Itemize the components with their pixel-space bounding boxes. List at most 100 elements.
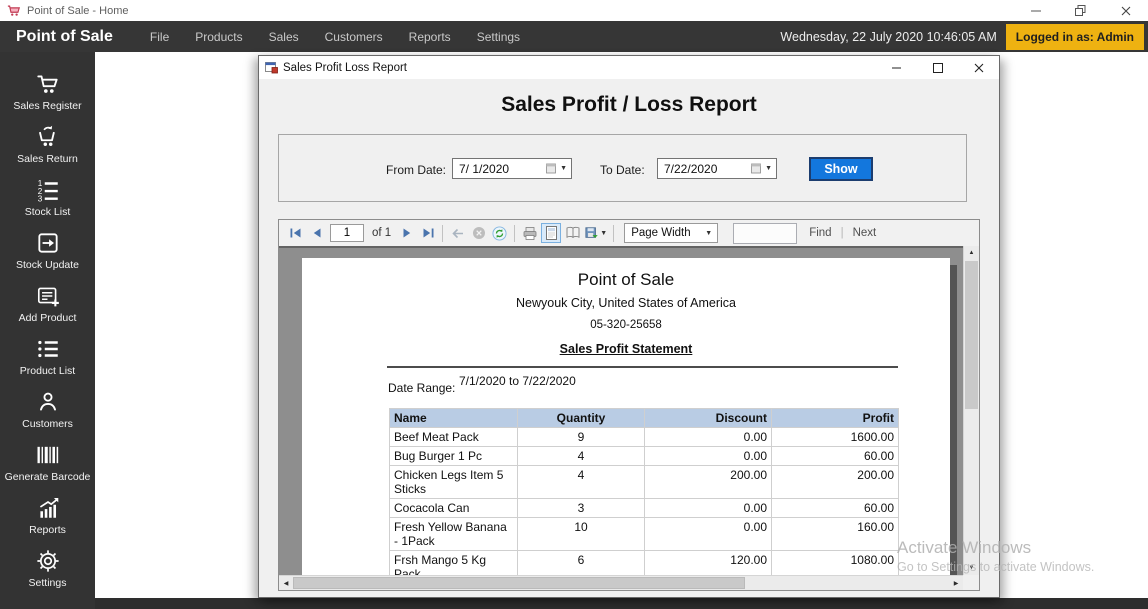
sidebar-item-reports[interactable]: Reports [0,488,95,541]
svg-text:3: 3 [37,194,42,203]
scroll-up-icon[interactable]: ▲ [964,246,979,260]
from-date-value: 7/ 1/2020 [459,162,546,176]
cell-quantity: 6 [518,551,645,576]
sidebar-item-product-list[interactable]: Product List [0,329,95,382]
next-page-button[interactable] [398,225,415,242]
cell-name: Beef Meat Pack [390,428,518,447]
form-plus-icon [35,282,61,310]
previous-page-button[interactable] [308,225,325,242]
profit-table: Name Quantity Discount Profit Beef Meat … [389,408,899,575]
date-range-label: Date Range: [388,381,455,395]
sidebar-item-sales-register[interactable]: Sales Register [0,64,95,117]
scroll-left-icon[interactable]: ◀ [279,576,293,590]
horizontal-scroll-thumb[interactable] [293,577,745,589]
minimize-button[interactable] [1013,0,1058,21]
vertical-scroll-thumb[interactable] [965,261,978,409]
cell-quantity: 9 [518,428,645,447]
barcode-icon [34,441,62,469]
table-row: Cocacola Can 3 0.00 60.00 [390,499,899,518]
find-link[interactable]: Find [809,227,831,239]
brand-title: Point of Sale [16,28,113,46]
first-page-button[interactable] [287,225,304,242]
cell-profit: 200.00 [772,466,899,499]
page-number-input[interactable] [330,224,364,242]
report-company-phone: 05-320-25658 [302,319,950,331]
zoom-mode-combobox[interactable]: Page Width ▼ [624,223,718,243]
report-canvas: Point of Sale Newyouk City, United State… [279,246,963,575]
calendar-icon [546,163,557,174]
table-row: Bug Burger 1 Pc 4 0.00 60.00 [390,447,899,466]
report-close-button[interactable] [958,56,999,79]
find-next-separator: | [841,227,844,239]
datetime-label: Wednesday, 22 July 2020 10:46:05 AM [780,30,996,44]
report-window-title: Sales Profit Loss Report [283,62,407,74]
report-minimize-button[interactable] [876,56,917,79]
show-button[interactable]: Show [809,157,873,181]
sidebar-item-settings[interactable]: Settings [0,541,95,594]
menu-settings[interactable]: Settings [464,30,533,44]
refresh-button[interactable] [491,225,508,242]
cell-profit: 1600.00 [772,428,899,447]
cell-name: Bug Burger 1 Pc [390,447,518,466]
scrollbar-corner [963,575,979,590]
gear-icon [35,547,61,575]
scroll-right-icon[interactable]: ▶ [949,576,963,590]
close-button[interactable] [1103,0,1148,21]
report-maximize-button[interactable] [917,56,958,79]
dropdown-caret-icon: ▼ [705,230,712,237]
cell-discount: 120.00 [645,551,772,576]
toolbar-separator [442,225,443,242]
menu-products[interactable]: Products [182,30,255,44]
horizontal-scrollbar[interactable]: ◀ ▶ [279,575,963,590]
table-row: Beef Meat Pack 9 0.00 1600.00 [390,428,899,447]
sidebar-item-label: Settings [29,577,67,589]
restore-button[interactable] [1058,0,1103,21]
sidebar-item-label: Product List [20,365,75,377]
table-row: Fresh Yellow Banana - 1Pack 10 0.00 160.… [390,518,899,551]
table-row: Frsh Mango 5 Kg Pack 6 120.00 1080.00 [390,551,899,576]
sidebar-item-stock-update[interactable]: Stock Update [0,223,95,276]
cell-name: Chicken Legs Item 5 Sticks [390,466,518,499]
print-button[interactable] [521,225,538,242]
scroll-down-icon[interactable]: ▼ [964,561,979,575]
menu-customers[interactable]: Customers [312,30,396,44]
numbered-list-icon: 123 [35,176,61,204]
page-setup-button[interactable] [564,225,581,242]
sidebar-item-label: Customers [22,418,73,430]
cell-quantity: 4 [518,466,645,499]
from-date-picker[interactable]: 7/ 1/2020 ▼ [452,158,572,179]
report-divider [387,366,898,368]
report-statement-title: Sales Profit Statement [302,342,950,356]
sidebar-item-sales-return[interactable]: Sales Return [0,117,95,170]
sidebar-item-generate-barcode[interactable]: Generate Barcode [0,435,95,488]
sidebar-item-label: Sales Return [17,153,78,165]
cell-profit: 1080.00 [772,551,899,576]
next-link[interactable]: Next [853,227,877,239]
sidebar-item-label: Stock Update [16,259,79,271]
to-date-picker[interactable]: 7/22/2020 ▼ [657,158,777,179]
main-titlebar: Point of Sale - Home [0,0,1148,21]
column-header: Name [390,409,518,428]
stop-button[interactable] [470,225,487,242]
export-button[interactable]: ▼ [585,225,607,242]
print-layout-button[interactable] [541,223,561,243]
sidebar-item-customers[interactable]: Customers [0,382,95,435]
back-button[interactable] [449,225,466,242]
report-company-name: Point of Sale [302,270,950,290]
last-page-button[interactable] [419,225,436,242]
cell-name: Frsh Mango 5 Kg Pack [390,551,518,576]
export-caret-icon[interactable]: ▼ [600,230,607,237]
sidebar-item-label: Sales Register [13,100,81,112]
find-text-input[interactable] [733,223,797,244]
toolbar-separator [613,225,614,242]
dropdown-caret-icon[interactable]: ▼ [765,165,772,172]
menu-sales[interactable]: Sales [256,30,312,44]
dropdown-caret-icon[interactable]: ▼ [560,165,567,172]
cell-discount: 0.00 [645,428,772,447]
sidebar-item-add-product[interactable]: Add Product [0,276,95,329]
menu-file[interactable]: File [137,30,182,44]
menu-reports[interactable]: Reports [396,30,464,44]
sidebar-item-stock-list[interactable]: 123 Stock List [0,170,95,223]
vertical-scrollbar[interactable]: ▲ ▼ [963,246,979,575]
from-date-label: From Date: [386,163,446,177]
